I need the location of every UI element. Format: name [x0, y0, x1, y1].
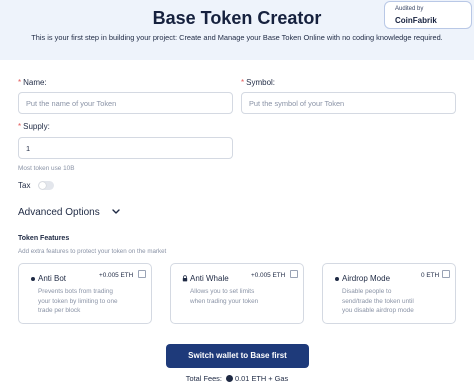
- token-supply-input[interactable]: [18, 137, 233, 159]
- advanced-options-toggle[interactable]: Advanced Options: [18, 207, 100, 218]
- required-asterisk: *: [18, 78, 22, 87]
- feature-description: Prevents bots from trading your token by…: [38, 288, 118, 315]
- supply-label: * Supply:: [18, 122, 50, 131]
- feature-price: 0 ETH: [421, 272, 440, 279]
- chevron-down-icon[interactable]: [111, 208, 121, 216]
- feature-title: Anti Whale: [190, 274, 229, 283]
- feature-checkbox-airdrop-mode[interactable]: [442, 270, 450, 278]
- feature-card-anti-whale[interactable]: Anti Whale +0.005 ETH Allows you to set …: [170, 263, 304, 324]
- dot-icon: [31, 277, 35, 281]
- features-title: Token Features: [18, 235, 70, 242]
- switch-wallet-button[interactable]: Switch wallet to Base first: [166, 344, 309, 368]
- required-asterisk: *: [18, 122, 22, 131]
- audit-company: CoinFabrik: [395, 16, 437, 25]
- lock-icon: [182, 275, 188, 282]
- feature-price: +0.005 ETH: [99, 272, 134, 279]
- token-name-input[interactable]: [18, 92, 233, 114]
- audit-badge[interactable]: Audited by CoinFabrik: [384, 1, 472, 29]
- total-fees-value: 0.01 ETH + Gas: [235, 374, 289, 383]
- supply-hint: Most token use 10B: [18, 165, 75, 172]
- feature-title: Airdrop Mode: [342, 274, 391, 283]
- feature-price: +0.005 ETH: [251, 272, 286, 279]
- feature-title: Anti Bot: [38, 274, 67, 283]
- required-asterisk: *: [241, 78, 245, 87]
- total-fees-label: Total Fees:: [185, 374, 222, 383]
- name-label: * Name:: [18, 78, 47, 87]
- tax-label: Tax: [18, 181, 31, 190]
- audit-label: Audited by: [395, 6, 424, 12]
- tax-toggle[interactable]: [38, 181, 54, 190]
- feature-description: Allows you to set limits when trading yo…: [190, 288, 259, 305]
- feature-checkbox-anti-bot[interactable]: [138, 270, 146, 278]
- symbol-label: * Symbol:: [241, 78, 276, 87]
- feature-card-anti-bot[interactable]: Anti Bot +0.005 ETH Prevents bots from t…: [18, 263, 152, 324]
- page-subtitle: This is your first step in building your…: [31, 33, 443, 42]
- feature-card-airdrop-mode[interactable]: Airdrop Mode 0 ETH Disable people to sen…: [322, 263, 456, 324]
- eth-icon: [226, 375, 233, 382]
- feature-description: Disable people to send/trade the token u…: [342, 288, 414, 315]
- toggle-knob: [39, 182, 46, 189]
- total-fees: Total Fees: 0.01 ETH + Gas: [0, 374, 474, 383]
- features-subtitle: Add extra features to protect your token…: [18, 248, 167, 255]
- feature-checkbox-anti-whale[interactable]: [290, 270, 298, 278]
- dot-icon: [335, 277, 339, 281]
- token-symbol-input[interactable]: [241, 92, 456, 114]
